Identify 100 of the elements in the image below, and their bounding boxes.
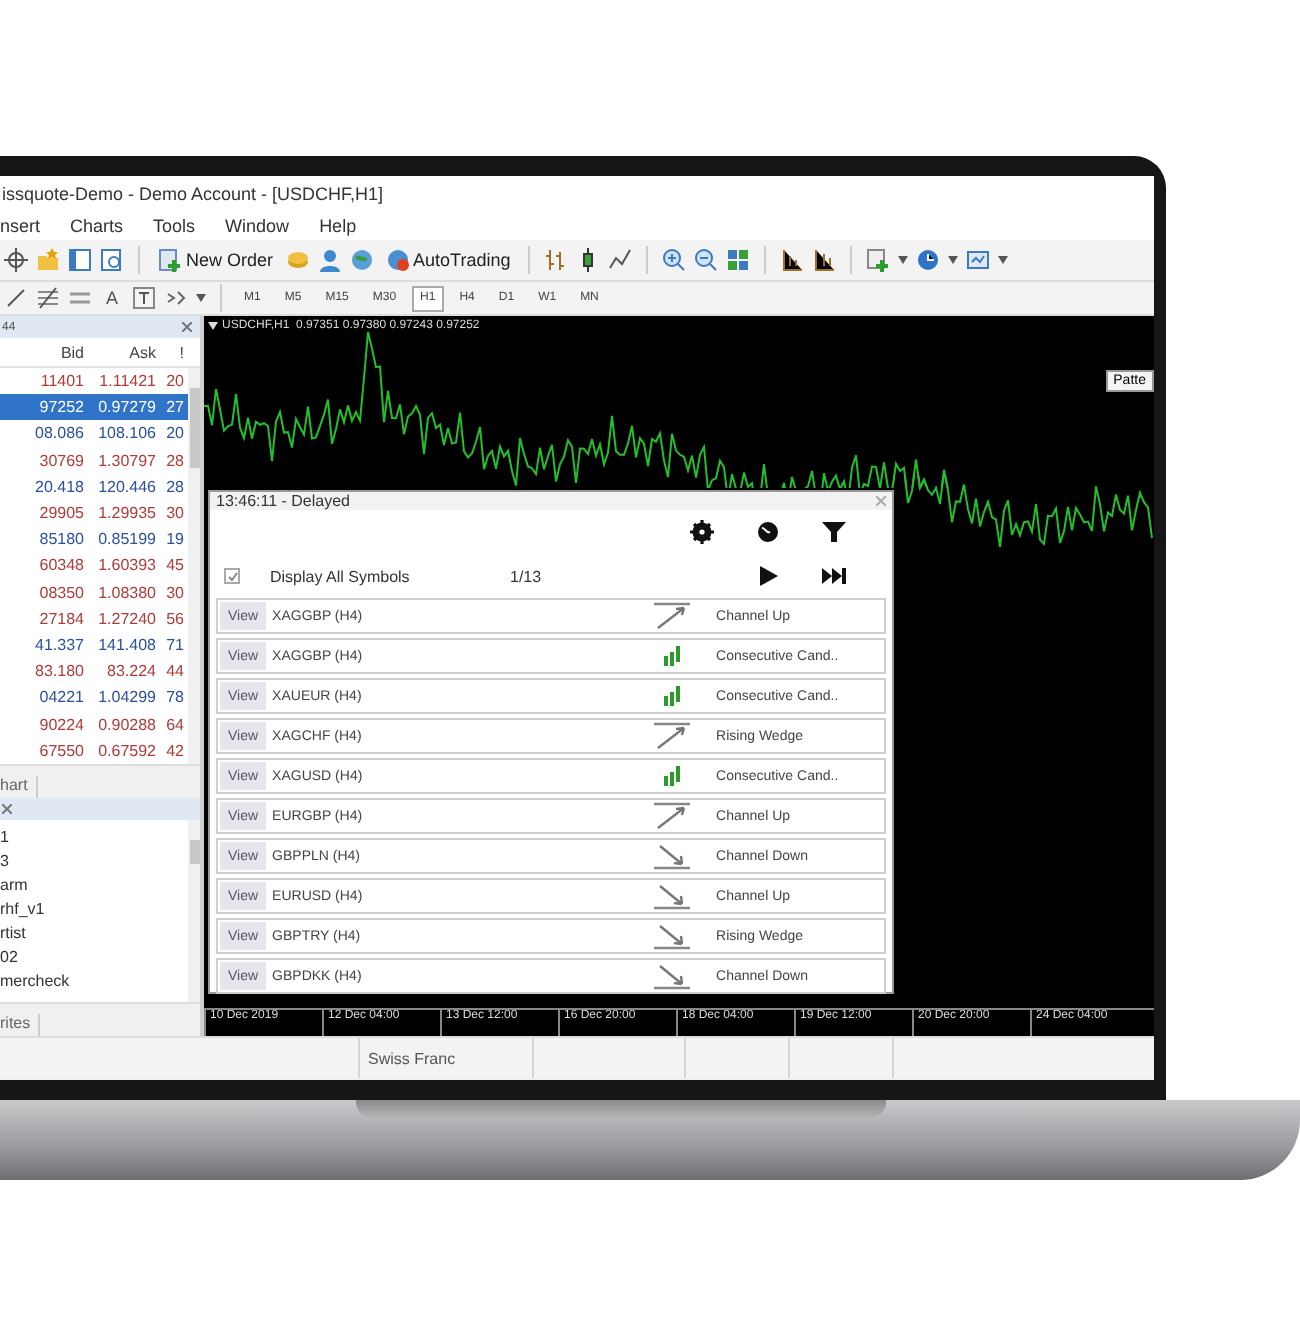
filter-icon[interactable] <box>822 520 846 544</box>
ask-cell-text: 1.04299 <box>96 688 158 707</box>
crosshair-icon[interactable] <box>4 248 28 272</box>
add-indicator-icon[interactable] <box>866 248 891 272</box>
menu-item[interactable]: Tools <box>153 215 196 235</box>
quote-row[interactable]: 67550 0.67592 42 <box>0 737 188 764</box>
spread-cell-text: 44 <box>164 662 186 681</box>
bar-chart-icon <box>662 686 683 706</box>
rising-line-icon <box>650 802 695 830</box>
line-chart-icon[interactable] <box>608 248 633 272</box>
settings-icon[interactable] <box>690 520 714 544</box>
column-header[interactable]: Bid <box>0 343 88 361</box>
ask-cell-text: 0.85199 <box>96 530 158 549</box>
autotrading-button[interactable]: AutoTrading <box>381 244 515 276</box>
zoom-in-icon[interactable] <box>662 248 687 272</box>
line-tool-icon[interactable] <box>4 286 28 310</box>
scrollbar[interactable] <box>188 819 200 1002</box>
skip-end-icon[interactable] <box>822 564 846 588</box>
quote-row[interactable]: 30769 1.30797 28 <box>0 447 188 474</box>
column-header[interactable]: ! <box>160 343 188 361</box>
price-chart[interactable] <box>204 316 1154 1036</box>
quote-row[interactable]: 29905 1.29935 30 <box>0 499 188 527</box>
new-order-button[interactable]: New Order <box>154 244 278 276</box>
menu-item[interactable]: Charts <box>70 215 124 235</box>
bid-cell-text: 11401 <box>38 372 86 391</box>
ask-cell-text: 1.11421 <box>97 372 158 391</box>
navigator-item[interactable]: 02 <box>0 945 188 970</box>
spread-cell-text: 30 <box>164 504 186 523</box>
clock-icon[interactable] <box>916 248 941 272</box>
rising-line-icon <box>650 722 695 750</box>
quote-row[interactable]: 60348 1.60393 45 <box>0 552 188 579</box>
spread-cell-text: 30 <box>164 583 186 602</box>
template-icon[interactable] <box>966 248 991 272</box>
navigator-item[interactable]: 3 <box>0 849 188 874</box>
folder-star-icon[interactable] <box>36 248 60 272</box>
spread-cell-text: 45 <box>164 556 186 575</box>
magnifier-icon[interactable] <box>100 248 124 272</box>
caret-icon[interactable] <box>948 256 959 264</box>
caret-icon[interactable] <box>196 294 207 302</box>
bid-cell-text: 08350 <box>37 583 86 602</box>
spread-cell-text: 71 <box>164 635 186 654</box>
autoscroll-icon[interactable] <box>812 248 837 272</box>
window-title: issquote-Demo - Demo Account - [USDCHF,H1] <box>0 176 1154 210</box>
bid-cell-text: 08.086 <box>33 424 86 443</box>
ask-cell-text: 83.224 <box>105 662 158 681</box>
quote-row[interactable]: 85180 0.85199 19 <box>0 526 188 553</box>
quote-row[interactable]: 97252 0.97279 27 <box>0 394 188 421</box>
scrollbar[interactable] <box>188 368 200 764</box>
quote-row[interactable]: 41.337 141.408 71 <box>0 631 188 659</box>
navigator-item[interactable]: arm <box>0 873 188 898</box>
bid-cell-text: 04221 <box>37 688 86 707</box>
quote-row[interactable]: 90224 0.90288 64 <box>0 710 188 738</box>
menu-item[interactable]: Window <box>225 215 290 235</box>
quote-row[interactable]: 83.180 83.224 44 <box>0 658 188 685</box>
bid-cell-text: 90224 <box>37 715 86 734</box>
dropdown-triangle-icon[interactable] <box>208 322 218 330</box>
quote-row[interactable]: 20.418 120.446 28 <box>0 473 188 500</box>
robot-icon <box>385 248 410 272</box>
quote-row[interactable]: 11401 1.11421 20 <box>0 368 188 395</box>
rising-line-icon <box>650 602 695 630</box>
navigator-item[interactable]: 1 <box>0 825 188 850</box>
close-icon[interactable] <box>182 322 192 332</box>
quote-row[interactable]: 27184 1.27240 56 <box>0 605 188 632</box>
bar-chart-icon <box>662 646 683 666</box>
ask-cell-text: 1.30797 <box>96 451 158 470</box>
ask-cell-text: 1.29935 <box>96 504 158 523</box>
status-text: Swiss Franc <box>368 1049 456 1067</box>
caret-icon[interactable] <box>898 256 909 264</box>
people-icon[interactable] <box>317 248 342 272</box>
navigator-item[interactable]: rtist <box>0 921 188 946</box>
column-header[interactable]: Ask <box>88 343 160 361</box>
quote-row[interactable]: 08.086 108.106 20 <box>0 420 188 448</box>
window-icon[interactable] <box>68 248 92 272</box>
menu-item[interactable]: Help <box>319 215 357 235</box>
spread-cell-text: 20 <box>164 372 186 391</box>
checkbox[interactable] <box>224 568 240 584</box>
arrows-icon[interactable] <box>164 286 189 310</box>
navigator-item[interactable]: rhf_v1 <box>0 897 188 922</box>
close-icon[interactable] <box>2 803 12 814</box>
navigator-item[interactable]: mercheck <box>0 969 188 994</box>
text-label-icon[interactable] <box>132 286 157 310</box>
spread-cell-text: 64 <box>164 715 186 734</box>
text-tool[interactable]: A <box>100 288 125 308</box>
quote-row[interactable]: 04221 1.04299 78 <box>0 684 188 711</box>
caret-icon[interactable] <box>998 256 1009 264</box>
bid-cell-text: 30769 <box>37 451 86 470</box>
page-counter: 1/13 <box>510 567 544 585</box>
tile-windows-icon[interactable] <box>726 248 751 272</box>
spread-cell-text: 27 <box>164 398 186 417</box>
zoom-out-icon[interactable] <box>694 248 719 272</box>
chart-shift-icon[interactable] <box>780 248 805 272</box>
fibonacci-icon[interactable] <box>36 286 60 310</box>
quote-row[interactable]: 08350 1.08380 30 <box>0 579 188 606</box>
ask-cell-text: 141.408 <box>96 635 158 654</box>
play-icon[interactable] <box>756 564 780 588</box>
bar-chart-icon <box>662 766 683 786</box>
menu-item[interactable]: nsert <box>0 215 41 235</box>
ask-cell-text: 0.67592 <box>96 741 158 760</box>
bar-chart-icon[interactable] <box>544 248 569 272</box>
bid-cell-text: 60348 <box>37 556 86 575</box>
